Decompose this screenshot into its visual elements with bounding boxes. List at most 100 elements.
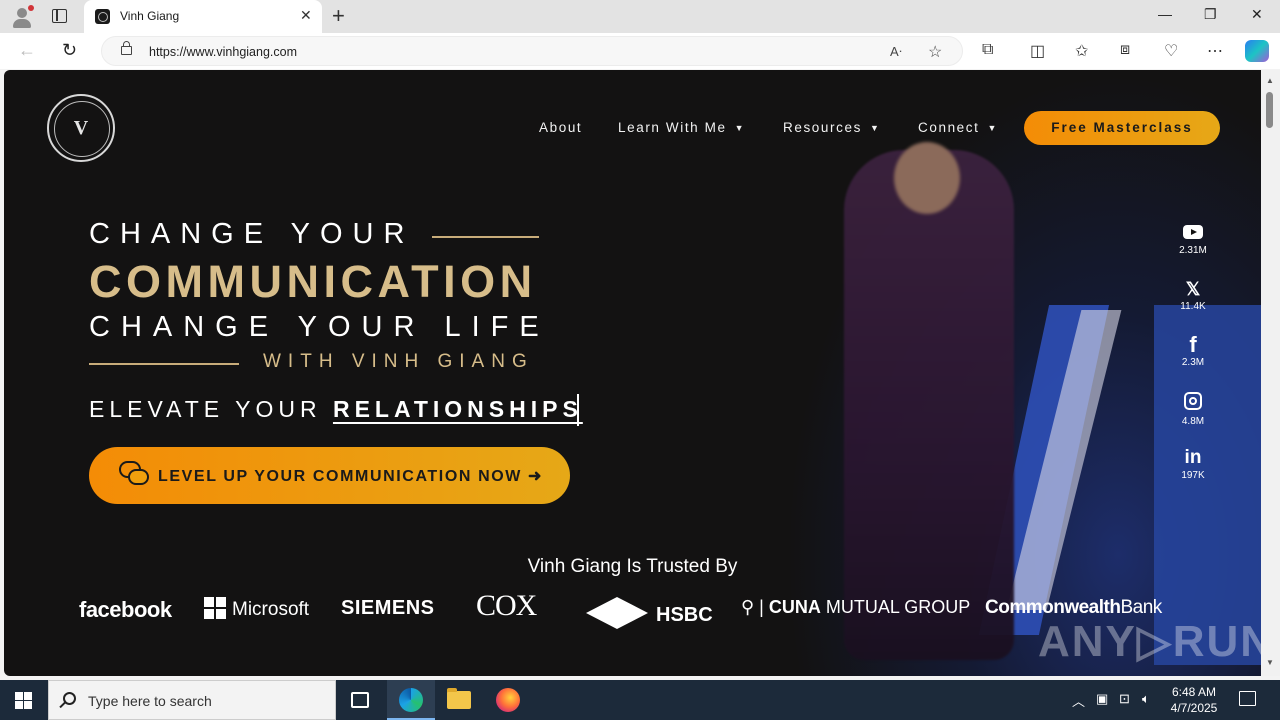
- taskbar-firefox[interactable]: [484, 680, 532, 720]
- heading-divider: [432, 236, 539, 238]
- address-bar[interactable]: https://www.vinhgiang.com Aᐧ ☆: [101, 36, 963, 66]
- chevron-down-icon: ▼: [987, 123, 998, 133]
- notification-center-icon[interactable]: [1239, 691, 1256, 706]
- hero-typed-tagline: ELEVATE YOUR RELATIONSHIPS: [89, 396, 583, 423]
- url-text[interactable]: https://www.vinhgiang.com: [149, 45, 297, 59]
- taskbar-file-explorer[interactable]: [435, 680, 483, 720]
- speaker-head-image: [894, 142, 960, 214]
- search-placeholder: Type here to search: [88, 693, 212, 709]
- browser-toolbar: ← ↻ https://www.vinhgiang.com Aᐧ ☆ ⧉ ◫ ✩…: [0, 33, 1280, 69]
- instagram-link[interactable]: 4.8M: [1170, 392, 1216, 427]
- chevron-down-icon: ▼: [734, 123, 746, 133]
- taskbar-search-box[interactable]: Type here to search: [48, 680, 336, 720]
- search-icon: [63, 692, 76, 705]
- nav-learn-label: Learn With Me: [618, 120, 727, 135]
- restore-button[interactable]: ❐: [1204, 6, 1217, 23]
- anyrun-watermark: ANY▷RUN: [1038, 617, 1261, 666]
- clock-date: 4/7/2025: [1170, 701, 1218, 715]
- nav-learn-with-me[interactable]: Learn With Me ▼: [618, 120, 745, 135]
- logo-mark: V: [73, 117, 89, 139]
- more-options-icon[interactable]: ⋯: [1207, 41, 1223, 61]
- profile-icon[interactable]: [10, 5, 34, 29]
- split-screen-icon[interactable]: ◫: [1030, 41, 1045, 61]
- close-tab-icon[interactable]: ✕: [300, 7, 312, 24]
- refresh-icon[interactable]: ↻: [62, 40, 77, 61]
- page-scrollbar[interactable]: ▲ ▼: [1261, 70, 1280, 676]
- chat-bubbles-icon: [119, 461, 149, 489]
- speaker-figure-image: [844, 150, 1014, 660]
- x-link[interactable]: 𝕏 11.4K: [1170, 279, 1216, 312]
- hsbc-hexagon-icon: [586, 597, 648, 629]
- linkedin-count: 197K: [1181, 470, 1205, 481]
- cuna-icon: ⚲ |: [741, 597, 769, 617]
- collections-icon[interactable]: ⧈: [1120, 41, 1130, 59]
- favorites-icon[interactable]: ✩: [1075, 41, 1088, 61]
- youtube-count: 2.31M: [1179, 245, 1207, 256]
- hero-heading-line3: CHANGE YOUR LIFE: [89, 311, 550, 343]
- site-logo[interactable]: V: [47, 94, 115, 162]
- minimize-button[interactable]: —: [1158, 6, 1172, 22]
- browser-essentials-icon[interactable]: ♡: [1164, 41, 1178, 61]
- site-favicon-icon: [95, 9, 110, 24]
- brand-logo-hsbc: HSBC: [586, 597, 713, 629]
- nav-resources-label: Resources: [783, 120, 862, 135]
- chevron-down-icon: ▼: [869, 123, 881, 133]
- browser-tab-active[interactable]: Vinh Giang ✕: [84, 0, 322, 33]
- nav-resources[interactable]: Resources ▼: [783, 120, 880, 135]
- instagram-icon: [1184, 392, 1202, 410]
- lock-icon[interactable]: [121, 41, 132, 55]
- read-aloud-icon[interactable]: Aᐧ: [890, 44, 902, 60]
- favorite-star-icon[interactable]: ☆: [928, 42, 942, 62]
- task-view-icon[interactable]: [351, 692, 369, 708]
- tray-overflow-chevron-icon[interactable]: ︿: [1072, 691, 1085, 710]
- windows-start-icon[interactable]: [15, 692, 32, 709]
- tab-title: Vinh Giang: [120, 9, 180, 23]
- nav-connect-label: Connect: [918, 120, 980, 135]
- brand-logo-cuna: ⚲ | CUNA MUTUAL GROUP: [741, 597, 970, 618]
- brand-logo-cox: COX: [476, 589, 537, 622]
- level-up-cta-button[interactable]: LEVEL UP YOUR COMMUNICATION NOW ➜: [89, 447, 570, 504]
- windows-taskbar: Type here to search ︿ ▣ ⊡ 🔈︎ 6:48 AM 4/7…: [0, 680, 1280, 720]
- new-tab-button[interactable]: +: [332, 3, 345, 29]
- free-masterclass-button[interactable]: Free Masterclass: [1024, 111, 1220, 145]
- taskbar-edge[interactable]: [387, 680, 435, 720]
- facebook-icon: f: [1189, 332, 1197, 357]
- scrollbar-thumb[interactable]: [1266, 92, 1273, 128]
- cba-wordmark-bank: Bank: [1120, 597, 1162, 618]
- hero-subheading: WITH VINH GIANG: [263, 351, 534, 372]
- facebook-link[interactable]: f 2.3M: [1170, 332, 1216, 369]
- browser-tab-strip: Vinh Giang ✕ + — ❐ ✕: [0, 0, 1280, 33]
- x-count: 11.4K: [1180, 301, 1206, 312]
- hero-heading-line1: CHANGE YOUR: [89, 218, 415, 250]
- scroll-up-icon[interactable]: ▲: [1266, 76, 1274, 85]
- youtube-link[interactable]: 2.31M: [1170, 222, 1216, 256]
- scroll-down-icon[interactable]: ▼: [1266, 658, 1274, 667]
- tray-device-icon[interactable]: ▣: [1096, 691, 1108, 707]
- x-icon: 𝕏: [1185, 279, 1201, 299]
- brand-logo-microsoft: Microsoft: [204, 597, 309, 621]
- nav-connect[interactable]: Connect ▼: [918, 120, 998, 135]
- system-clock[interactable]: 6:48 AM 4/7/2025: [1164, 684, 1224, 716]
- close-window-button[interactable]: ✕: [1251, 6, 1263, 23]
- tab-actions-icon[interactable]: [52, 9, 67, 23]
- brand-logo-facebook: facebook: [79, 597, 172, 622]
- nav-about[interactable]: About: [539, 120, 582, 135]
- volume-icon[interactable]: 🔈︎: [1142, 691, 1150, 707]
- edge-icon: [399, 688, 423, 712]
- typing-cursor: [577, 394, 579, 426]
- cuna-wordmark-rest: MUTUAL GROUP: [820, 597, 971, 617]
- firefox-icon: [496, 688, 520, 712]
- page-viewport: V About Learn With Me ▼ Resources ▼ Connec…: [4, 70, 1261, 676]
- folder-icon: [447, 688, 471, 709]
- linkedin-link[interactable]: in 197K: [1170, 448, 1216, 482]
- trusted-by-heading: Vinh Giang Is Trusted By: [527, 556, 738, 577]
- copilot-icon[interactable]: [1245, 40, 1269, 62]
- hero-heading-line2: COMMUNICATION: [89, 256, 537, 307]
- extensions-icon[interactable]: ⧉: [982, 41, 993, 59]
- microsoft-squares-icon: [204, 597, 226, 619]
- tagline-prefix: ELEVATE YOUR: [89, 396, 333, 422]
- back-arrow-icon[interactable]: ←: [18, 40, 36, 61]
- heading-divider: [89, 363, 239, 365]
- network-icon[interactable]: ⊡: [1119, 691, 1130, 707]
- cuna-wordmark: CUNA: [768, 597, 821, 617]
